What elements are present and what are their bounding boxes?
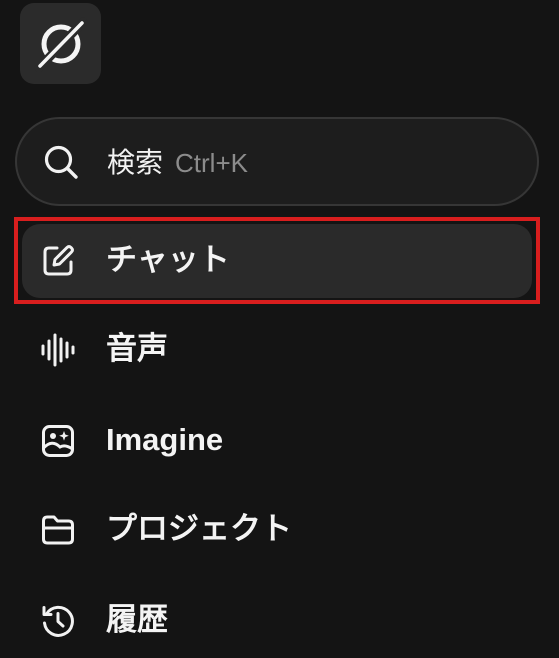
nav-item-voice[interactable]: 音声	[22, 313, 532, 387]
highlight-frame	[14, 217, 540, 304]
history-icon	[40, 603, 76, 639]
nav-item-label: Imagine	[106, 422, 224, 457]
nav-item-label: プロジェクト	[106, 511, 292, 547]
search-label: 検索 Ctrl+K	[107, 146, 248, 179]
folder-icon	[40, 512, 76, 548]
image-sparkle-icon	[40, 423, 76, 459]
nav-item-imagine[interactable]: Imagine	[22, 404, 532, 478]
nav-item-label: 履歴	[106, 602, 168, 638]
search-icon	[42, 143, 80, 181]
nav-item-projects[interactable]: プロジェクト	[22, 493, 532, 567]
grok-logo-icon	[33, 16, 89, 72]
waveform-icon	[40, 332, 76, 368]
nav-item-history[interactable]: 履歴	[22, 584, 532, 658]
search-shortcut: Ctrl+K	[175, 148, 248, 178]
search-input[interactable]: 検索 Ctrl+K	[15, 117, 539, 206]
app-logo[interactable]	[20, 3, 101, 84]
nav-item-label: 音声	[106, 331, 168, 367]
